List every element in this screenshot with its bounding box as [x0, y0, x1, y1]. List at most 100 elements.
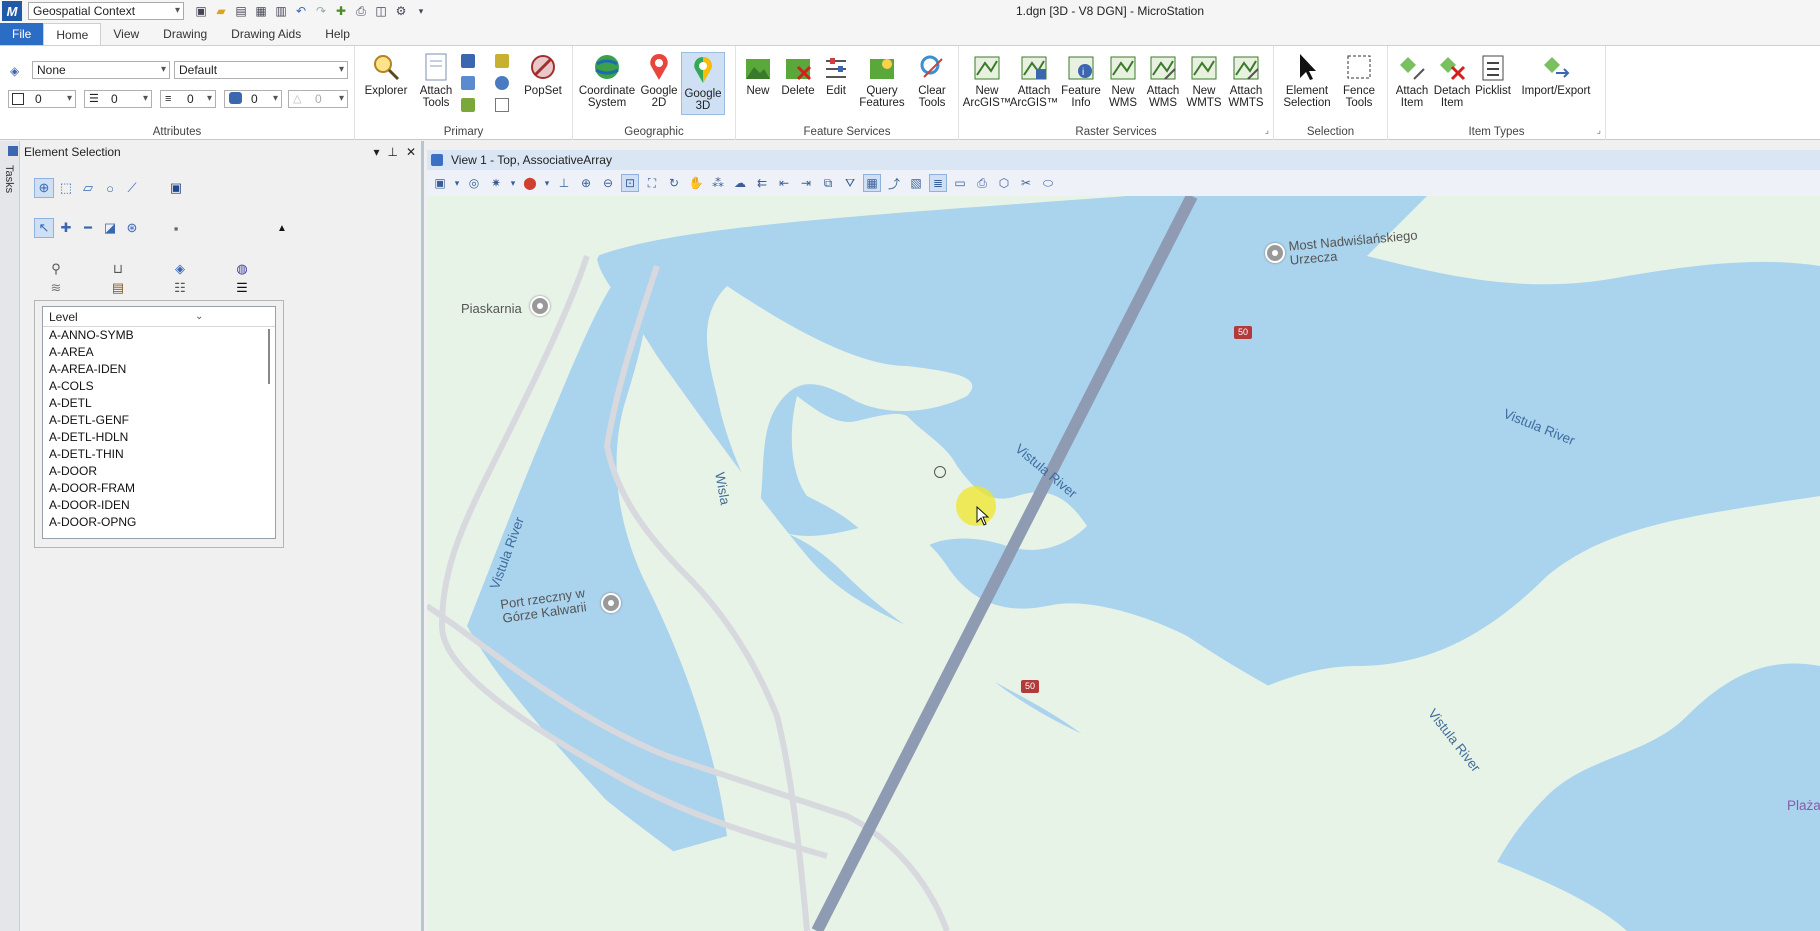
view-display-icon[interactable]: ▭ [951, 174, 969, 192]
list-item[interactable]: A-DOOR [43, 463, 275, 480]
display-styles-icon[interactable] [495, 98, 509, 112]
subtract-mode-icon[interactable]: ━ [78, 218, 98, 238]
list-item[interactable]: A-DETL [43, 395, 275, 412]
level-display-icon[interactable]: ◈ [10, 64, 24, 78]
tab-file[interactable]: File [0, 23, 44, 45]
raster-manager-icon[interactable] [461, 76, 475, 90]
feature-info-button[interactable]: i Feature Info [1058, 52, 1104, 109]
tab-drawing-aids[interactable]: Drawing Aids [219, 23, 313, 45]
google-2d-button[interactable]: Google 2D [639, 52, 679, 109]
list-item[interactable]: A-DOOR-FRAM [43, 480, 275, 497]
camera-icon[interactable]: ⤴ [885, 174, 903, 192]
close-icon[interactable]: ✕ [406, 145, 416, 159]
detach-item-button[interactable]: Detach Item [1432, 52, 1472, 109]
new-mode-icon[interactable]: ↖ [34, 218, 54, 238]
lighting-dropdown-icon[interactable]: ▾ [509, 174, 517, 192]
text-style-combo[interactable]: Default [174, 61, 348, 79]
deselect-all-icon[interactable]: ▣ [166, 178, 186, 198]
list-item[interactable]: A-DOOR-IDEN [43, 497, 275, 514]
attach-tools-button[interactable]: Attach Tools [410, 52, 462, 109]
view-attributes-icon[interactable]: ▣ [431, 174, 449, 192]
models-icon[interactable] [461, 98, 475, 112]
bridge-pin-icon[interactable] [1265, 243, 1285, 263]
fly-icon[interactable]: ☁ [731, 174, 749, 192]
pin-icon[interactable]: ⊥ [387, 145, 397, 159]
list-item[interactable]: A-DETL-HDLN [43, 429, 275, 446]
view-dropdown-icon[interactable]: ▾ [453, 174, 461, 192]
new-wmts-button[interactable]: New WMTS [1184, 52, 1224, 109]
picklist-button[interactable]: Picklist [1472, 52, 1514, 97]
list-item[interactable]: A-AREA [43, 344, 275, 361]
symbology-filter-icon[interactable]: ◈ [170, 259, 190, 279]
list-item[interactable]: A-DETL-THIN [43, 446, 275, 463]
block-method-icon[interactable]: ⬚ [56, 178, 76, 198]
layers-icon[interactable]: ≋ [46, 278, 66, 298]
attach-wmts-button[interactable]: Attach WMTS [1224, 52, 1268, 109]
window-area-icon[interactable]: ⊡ [621, 174, 639, 192]
filter-icon[interactable]: ⛛ [841, 174, 859, 192]
linestyle-filter-icon[interactable]: ☷ [170, 278, 190, 298]
list-item[interactable]: A-ANNO-SYMB [43, 327, 275, 344]
type-filter-icon[interactable]: ⊔ [108, 259, 128, 279]
standard-views-icon[interactable]: ⬡ [995, 174, 1013, 192]
new-feature-button[interactable]: New [740, 52, 776, 97]
settings-view-icon[interactable]: ✂ [1017, 174, 1035, 192]
level-filter-icon[interactable]: ⚲ [46, 259, 66, 279]
element-selection-button[interactable]: Element Selection [1278, 52, 1336, 109]
color-combo[interactable]: 0 [8, 90, 76, 108]
tab-drawing[interactable]: Drawing [151, 23, 219, 45]
port-pin-icon[interactable] [601, 593, 621, 613]
new-wms-button[interactable]: New WMS [1104, 52, 1142, 109]
snapshot-icon[interactable]: ⎙ [973, 174, 991, 192]
attach-item-button[interactable]: Attach Item [1392, 52, 1432, 109]
map-view[interactable]: Vistula River Vistula River Vistula Rive… [427, 196, 1820, 931]
list-item[interactable]: A-COLS [43, 378, 275, 395]
tab-help[interactable]: Help [313, 23, 362, 45]
collapse-icon[interactable]: ▲ [272, 218, 292, 238]
level-list-header[interactable]: Level ⌄ [43, 307, 275, 327]
saved-views-icon[interactable] [495, 76, 509, 90]
explorer-button[interactable]: Explorer [360, 52, 412, 97]
attach-arcgis-button[interactable]: Attach ArcGIS™ [1010, 52, 1058, 109]
clip-volume-icon[interactable]: ▦ [863, 174, 881, 192]
weight-combo[interactable]: 0 ≡ [160, 90, 216, 108]
coordinate-system-button[interactable]: Coordinate System [577, 52, 637, 109]
geo-location-icon[interactable]: ⬤ [521, 174, 539, 192]
level-display-view-icon[interactable]: ≣ [929, 174, 947, 192]
attach-wms-button[interactable]: Attach WMS [1142, 52, 1184, 109]
piaskarnia-pin-icon[interactable] [530, 296, 550, 316]
weight-filter-icon[interactable]: ☰ [232, 278, 252, 298]
transparency-combo[interactable]: 0 [224, 90, 282, 108]
tasks-strip[interactable]: Tasks [0, 141, 20, 931]
new-arcgis-button[interactable]: New ArcGIS™ [963, 52, 1011, 109]
shape-method-icon[interactable]: ▱ [78, 178, 98, 198]
list-item[interactable]: A-DOOR-OPNG [43, 514, 275, 531]
level-list[interactable]: Level ⌄ A-ANNO-SYMB A-AREA A-AREA-IDEN A… [42, 306, 276, 539]
scrollbar-thumb[interactable] [268, 329, 270, 384]
selection-options-icon[interactable]: ▪ [166, 218, 186, 238]
walk-icon[interactable]: ⁂ [709, 174, 727, 192]
circle-method-icon[interactable]: ○ [100, 178, 120, 198]
lighting-icon[interactable]: ✷ [487, 174, 505, 192]
list-item[interactable]: A-DETL-GENF [43, 412, 275, 429]
level-combo[interactable]: None [32, 61, 170, 79]
properties-icon[interactable]: ▤ [108, 278, 128, 298]
view-next-icon[interactable]: ⇥ [797, 174, 815, 192]
class-filter-icon[interactable]: ◍ [232, 259, 252, 279]
linestyle-combo[interactable]: 0 ☰ [84, 90, 152, 108]
toggle-icon[interactable]: ⬭ [1039, 174, 1057, 192]
fence-tools-button[interactable]: Fence Tools [1336, 52, 1382, 109]
geo-dropdown-icon[interactable]: ▾ [543, 174, 551, 192]
list-item[interactable]: A-AREA-IDEN [43, 361, 275, 378]
line-method-icon[interactable]: ⟋ [122, 178, 142, 198]
delete-feature-button[interactable]: Delete [778, 52, 818, 97]
panel-menu-icon[interactable]: ▾ [373, 145, 379, 159]
copy-view-icon[interactable]: ⧉ [819, 174, 837, 192]
view-previous-2-icon[interactable]: ⇤ [775, 174, 793, 192]
import-export-button[interactable]: Import/Export [1514, 52, 1598, 97]
query-features-button[interactable]: Query Features [854, 52, 910, 109]
individual-method-icon[interactable]: ⊕ [34, 178, 54, 198]
rotate-view-icon[interactable]: ↻ [665, 174, 683, 192]
pan-view-icon[interactable]: ✋ [687, 174, 705, 192]
select-all-icon[interactable]: ⊛ [122, 218, 142, 238]
